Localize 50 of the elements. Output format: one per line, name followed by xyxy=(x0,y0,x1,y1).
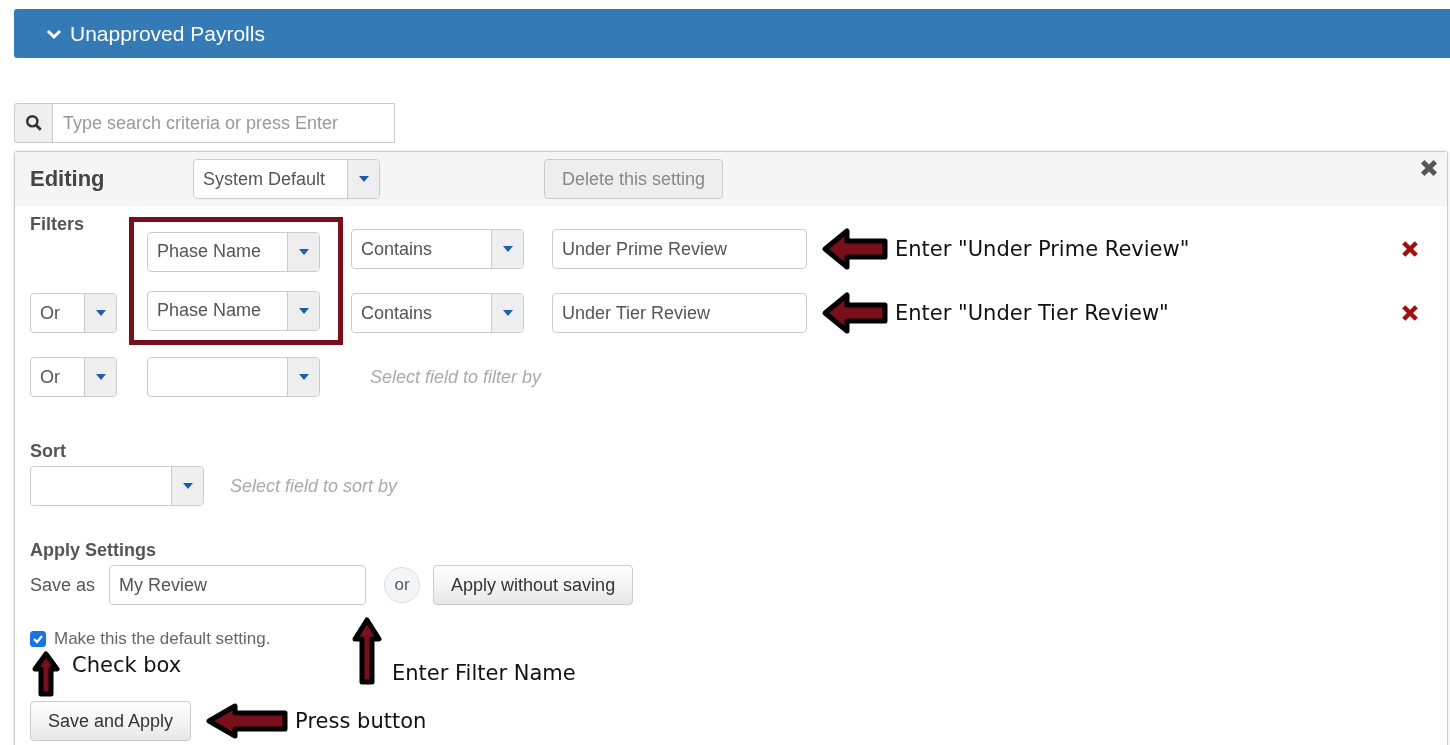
filter-hint: Select field to filter by xyxy=(370,366,542,388)
annotation-text: Press button xyxy=(295,709,427,733)
caret-icon xyxy=(298,374,309,380)
up-arrow-icon xyxy=(32,651,60,697)
search-button[interactable] xyxy=(14,103,52,143)
section-title: Unapproved Payrolls xyxy=(70,21,265,46)
left-arrow-icon xyxy=(205,703,290,739)
annotation-text: Enter "Under Prime Review" xyxy=(895,237,1190,261)
caret-icon xyxy=(182,483,193,489)
search-icon xyxy=(24,114,43,132)
annotation-text: Enter "Under Tier Review" xyxy=(895,301,1169,325)
search-field[interactable]: Type search criteria or press Enter xyxy=(52,103,395,143)
panel-title: Editing xyxy=(30,166,106,192)
or-badge: or xyxy=(384,567,421,603)
annotation-text: Enter Filter Name xyxy=(392,661,576,685)
default-checkbox[interactable] xyxy=(30,631,46,647)
close-icon[interactable] xyxy=(1419,158,1439,178)
value-field[interactable]: Under Tier Review xyxy=(552,293,807,333)
left-arrow-icon xyxy=(821,227,889,271)
save-and-apply-button[interactable]: Save and Apply xyxy=(30,701,192,741)
caret-icon xyxy=(298,248,309,255)
annotation-text: Check box xyxy=(72,653,182,677)
setting-dropdown[interactable]: System Default xyxy=(193,159,380,199)
operator-dropdown[interactable]: Contains xyxy=(351,229,524,269)
sort-hint: Select field to sort by xyxy=(230,475,398,497)
value-field[interactable]: Under Prime Review xyxy=(552,229,807,269)
field-dropdown[interactable] xyxy=(147,357,320,397)
connector-dropdown[interactable]: Or xyxy=(30,357,117,397)
filter-name-field[interactable]: My Review xyxy=(109,565,367,605)
section-header[interactable]: Unapproved Payrolls xyxy=(14,9,1450,58)
caret-icon xyxy=(502,310,513,316)
connector-dropdown[interactable]: Or xyxy=(30,293,117,333)
caret-icon xyxy=(358,176,369,182)
caret-icon xyxy=(95,374,106,380)
caret-icon xyxy=(298,307,309,314)
left-arrow-icon xyxy=(821,291,889,335)
field-dropdown[interactable]: Phase Name xyxy=(147,231,320,272)
field-dropdown[interactable]: Phase Name xyxy=(147,290,320,331)
operator-dropdown[interactable]: Contains xyxy=(351,293,524,333)
remove-icon[interactable] xyxy=(1400,239,1420,259)
remove-icon[interactable] xyxy=(1400,303,1420,323)
apply-settings-label: Apply Settings xyxy=(30,539,157,561)
sort-label: Sort xyxy=(30,440,67,462)
up-arrow-icon xyxy=(352,617,382,685)
save-as-label: Save as xyxy=(30,574,96,596)
checkbox-label: Make this the default setting. xyxy=(54,629,271,649)
caret-icon xyxy=(502,246,513,252)
filters-label: Filters xyxy=(30,213,86,235)
apply-without-saving-button[interactable]: Apply without saving xyxy=(433,565,634,605)
caret-icon xyxy=(95,310,106,316)
